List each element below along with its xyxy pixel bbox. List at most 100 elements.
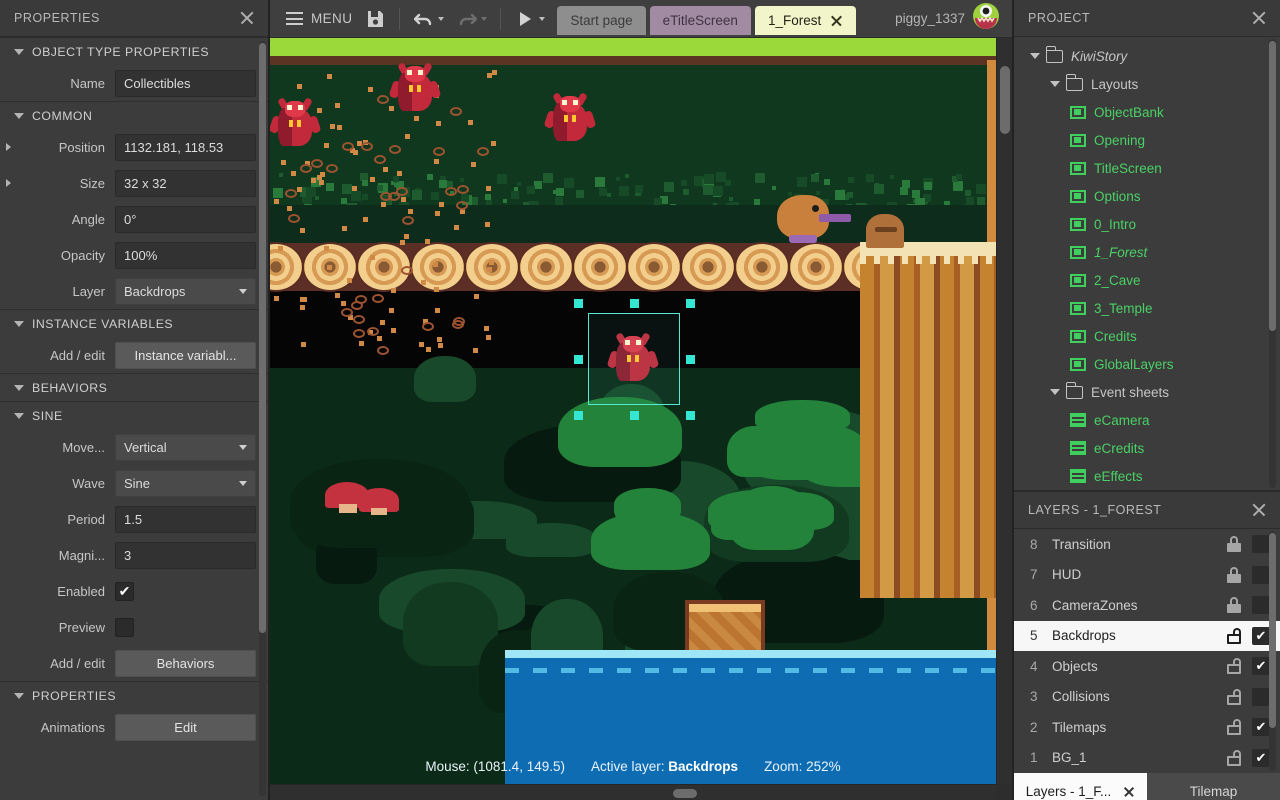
main-menu-button[interactable]: MENU [280, 4, 358, 34]
project-item-3-temple[interactable]: 3_Temple [1014, 294, 1280, 322]
editor-tab-start-page[interactable]: Start page [557, 6, 645, 35]
project-item-titlescreen[interactable]: TitleScreen [1014, 154, 1280, 182]
property-select[interactable]: Backdrops [115, 278, 256, 305]
scene-bug-sprite[interactable] [545, 93, 595, 145]
project-item-globallayers[interactable]: GlobalLayers [1014, 350, 1280, 378]
project-item-0-intro[interactable]: 0_Intro [1014, 210, 1280, 238]
project-item-eeffects[interactable]: eEffects [1014, 462, 1280, 490]
layer-visibility-checkbox[interactable] [1252, 688, 1270, 706]
lock-open-icon[interactable] [1227, 719, 1241, 735]
avatar[interactable] [972, 2, 1000, 35]
property-section-header[interactable]: COMMON [0, 101, 268, 129]
project-item-layouts[interactable]: Layouts [1014, 70, 1280, 98]
resize-handle[interactable] [630, 299, 639, 308]
preview-button[interactable] [508, 4, 551, 34]
chevron-down-icon[interactable] [438, 17, 444, 21]
lock-closed-icon[interactable] [1227, 536, 1241, 552]
close-icon[interactable] [238, 9, 256, 27]
chevron-right-icon[interactable] [6, 143, 11, 151]
layer-row-backdrops[interactable]: 5Backdrops [1014, 621, 1280, 652]
project-item-1-forest[interactable]: 1_Forest [1014, 238, 1280, 266]
property-checkbox[interactable] [115, 582, 134, 601]
resize-handle[interactable] [686, 355, 695, 364]
scene-bug-sprite[interactable] [270, 98, 320, 150]
layers-list[interactable]: 8Transition7HUD6CameraZones5Backdrops4Ob… [1014, 529, 1280, 773]
chevron-down-icon[interactable] [1050, 389, 1060, 395]
properties-scrollbar-thumb[interactable] [259, 43, 266, 633]
layer-row-tilemaps[interactable]: 2Tilemaps [1014, 712, 1280, 743]
property-section-header[interactable]: OBJECT TYPE PROPERTIES [0, 37, 268, 65]
close-icon[interactable] [1250, 9, 1268, 27]
project-item-ecamera[interactable]: eCamera [1014, 406, 1280, 434]
property-section-header[interactable]: SINE [0, 401, 268, 429]
resize-handle[interactable] [574, 411, 583, 420]
save-button[interactable] [358, 4, 392, 34]
chevron-right-icon[interactable] [6, 179, 11, 187]
lock-closed-icon[interactable] [1227, 597, 1241, 613]
layer-visibility-checkbox[interactable] [1252, 627, 1270, 645]
canvas-vertical-scrollbar-thumb[interactable] [1000, 66, 1010, 134]
project-item-objectbank[interactable]: ObjectBank [1014, 98, 1280, 126]
layer-visibility-checkbox[interactable] [1252, 535, 1270, 553]
property-button[interactable]: Instance variabl... [115, 342, 256, 369]
selection-box[interactable] [588, 313, 680, 405]
property-input[interactable]: 100% [115, 242, 256, 269]
layout-canvas[interactable]: Mouse: (1081.4, 149.5) Active layer: Bac… [270, 38, 996, 784]
redo-button[interactable] [450, 4, 493, 34]
property-button[interactable]: Edit [115, 714, 256, 741]
close-icon[interactable] [1123, 786, 1135, 798]
resize-handle[interactable] [574, 355, 583, 364]
lock-open-icon[interactable] [1227, 628, 1241, 644]
property-select[interactable]: Vertical [115, 434, 256, 461]
property-select[interactable]: Sine [115, 470, 256, 497]
canvas-horizontal-scrollbar[interactable] [270, 784, 996, 800]
resize-handle[interactable] [574, 299, 583, 308]
resize-handle[interactable] [686, 299, 695, 308]
property-section-header[interactable]: INSTANCE VARIABLES [0, 309, 268, 337]
resize-handle[interactable] [630, 411, 639, 420]
editor-tab-etitlescreen[interactable]: eTitleScreen [650, 6, 751, 35]
user-account[interactable]: piggy_1337 [895, 2, 1004, 35]
lock-open-icon[interactable] [1227, 658, 1241, 674]
project-item-options[interactable]: Options [1014, 182, 1280, 210]
layer-visibility-checkbox[interactable] [1252, 718, 1270, 736]
layer-row-transition[interactable]: 8Transition [1014, 529, 1280, 560]
property-checkbox[interactable] [115, 618, 134, 637]
dock-tab-layers-1-f-[interactable]: Layers - 1_F... [1014, 773, 1147, 800]
chevron-down-icon[interactable] [1050, 81, 1060, 87]
layer-visibility-checkbox[interactable] [1252, 566, 1270, 584]
scene-bug-sprite[interactable] [390, 63, 440, 115]
lock-open-icon[interactable] [1227, 750, 1241, 766]
undo-button[interactable] [407, 4, 450, 34]
layer-visibility-checkbox[interactable] [1252, 657, 1270, 675]
lock-open-icon[interactable] [1227, 689, 1241, 705]
project-item-event-sheets[interactable]: Event sheets [1014, 378, 1280, 406]
project-item-ecredits[interactable]: eCredits [1014, 434, 1280, 462]
project-item-2-cave[interactable]: 2_Cave [1014, 266, 1280, 294]
dock-tab-tilemap[interactable]: Tilemap [1147, 773, 1280, 800]
project-item-opening[interactable]: Opening [1014, 126, 1280, 154]
project-item-kiwistory[interactable]: KiwiStory [1014, 42, 1280, 70]
canvas-horizontal-scrollbar-thumb[interactable] [673, 789, 697, 798]
layout-canvas-container[interactable]: Mouse: (1081.4, 149.5) Active layer: Bac… [270, 38, 1012, 800]
property-section-header[interactable]: PROPERTIES [0, 681, 268, 709]
project-scrollbar-thumb[interactable] [1269, 41, 1276, 331]
property-input[interactable]: 0° [115, 206, 256, 233]
layer-row-bg_1[interactable]: 1BG_1 [1014, 743, 1280, 774]
close-icon[interactable] [830, 14, 843, 27]
layer-row-hud[interactable]: 7HUD [1014, 560, 1280, 591]
chevron-down-icon[interactable] [481, 17, 487, 21]
property-input[interactable]: 3 [115, 542, 256, 569]
resize-handle[interactable] [686, 411, 695, 420]
lock-closed-icon[interactable] [1227, 567, 1241, 583]
layer-row-objects[interactable]: 4Objects [1014, 651, 1280, 682]
close-icon[interactable] [1250, 501, 1268, 519]
project-tree[interactable]: KiwiStoryLayoutsObjectBankOpeningTitleSc… [1014, 37, 1280, 490]
layers-scrollbar-thumb[interactable] [1269, 533, 1276, 728]
layer-row-collisions[interactable]: 3Collisions [1014, 682, 1280, 713]
canvas-vertical-scrollbar[interactable] [996, 38, 1012, 784]
property-section-header[interactable]: BEHAVIORS [0, 373, 268, 401]
layer-visibility-checkbox[interactable] [1252, 749, 1270, 767]
layer-row-camerazones[interactable]: 6CameraZones [1014, 590, 1280, 621]
property-input[interactable]: Collectibles [115, 70, 256, 97]
